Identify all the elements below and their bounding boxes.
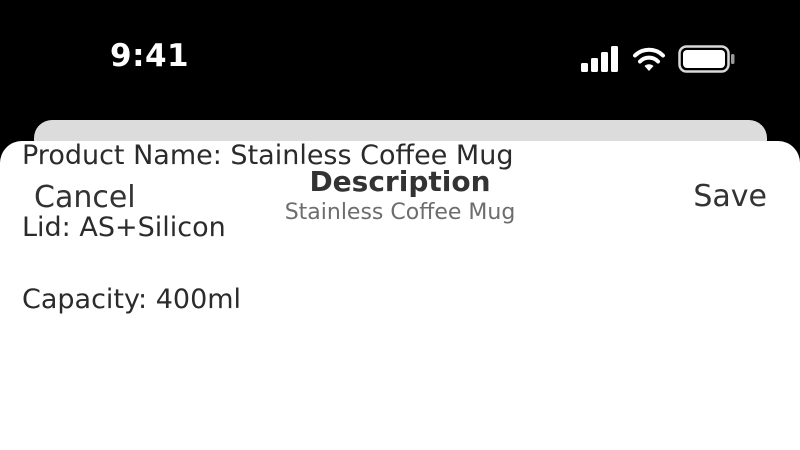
description-line: Product Name: Stainless Coffee Mug xyxy=(22,140,514,171)
status-bar: 9:41 xyxy=(0,0,800,120)
description-line: Lid: AS+Silicon xyxy=(22,212,226,243)
description-line: Capacity: 400ml xyxy=(22,284,242,315)
battery-icon xyxy=(678,45,736,73)
signal-icon xyxy=(580,46,620,72)
status-time: 9:41 xyxy=(110,38,190,74)
status-icons xyxy=(580,44,736,74)
description-text-area[interactable]: Product Name: Stainless Coffee Mug Lid: … xyxy=(22,138,782,354)
wifi-icon xyxy=(632,46,666,72)
phone-screen: 9:41 Cancel Description Stainless Coffee… xyxy=(0,0,800,450)
